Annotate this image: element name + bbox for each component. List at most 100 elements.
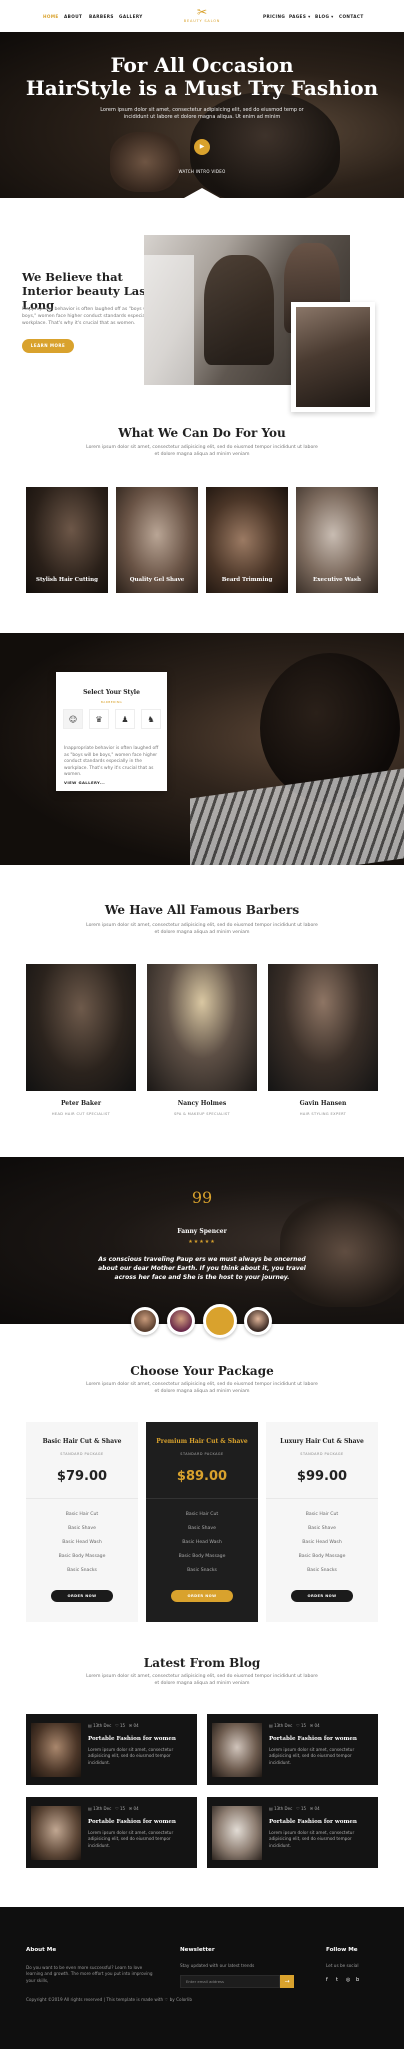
play-icon[interactable]: ▶: [194, 139, 210, 155]
nav-about[interactable]: ABOUT: [64, 14, 82, 19]
nav-gallery[interactable]: GALLERY: [119, 14, 143, 19]
watch-video-label[interactable]: WATCH INTRO VIDEO: [160, 169, 244, 174]
behance-icon[interactable]: b: [356, 1977, 359, 1983]
blog-post-card[interactable]: ▤ 13th Dec ♡ 15 ✉ 04 Portable Fashion fo…: [26, 1714, 197, 1785]
shave-style-icon[interactable]: ♛: [89, 709, 109, 729]
footer-about-text: Do you want to be even more successful? …: [26, 1965, 153, 1983]
hero-notch: [184, 188, 220, 198]
divider: [146, 1498, 258, 1499]
service-card[interactable]: Beard Trimming: [206, 487, 288, 593]
services-subtitle: Lorem ipsum dolor sit amet, consectetur …: [86, 445, 318, 457]
blog-post-title[interactable]: Portable Fashion for women: [269, 1819, 357, 1825]
blog-meta: ▤ 13th Dec ♡ 15 ✉ 04: [88, 1723, 139, 1728]
blog-post-card[interactable]: ▤ 13th Dec ♡ 15 ✉ 04 Portable Fashion fo…: [207, 1714, 378, 1785]
service-label: Executive Wash: [313, 577, 361, 583]
blog-post-card[interactable]: ▤ 13th Dec ♡ 15 ✉ 04 Portable Fashion fo…: [26, 1797, 197, 1868]
view-gallery-link[interactable]: VIEW GALLERY...: [64, 780, 105, 785]
plan-feature: Basic Head Wash: [302, 1540, 342, 1545]
believe-title-line1: We Believe that: [22, 270, 123, 284]
blog-post-title[interactable]: Portable Fashion for women: [88, 1736, 176, 1742]
nav-blog[interactable]: BLOG ▾: [315, 14, 334, 19]
blog-post-card[interactable]: ▤ 13th Dec ♡ 15 ✉ 04 Portable Fashion fo…: [207, 1797, 378, 1868]
plan-tag: STANDARD PACKAGE: [60, 1452, 104, 1456]
hero-text: Lorem ipsum dolor sit amet, consectetur …: [100, 107, 304, 120]
newsletter-email-input[interactable]: Enter email address: [180, 1975, 280, 1988]
blog-meta: ▤ 13th Dec ♡ 15 ✉ 04: [88, 1806, 139, 1811]
haircut-style-icon[interactable]: ♟: [115, 709, 135, 729]
blog-meta: ▤ 13th Dec ♡ 15 ✉ 04: [269, 1806, 320, 1811]
barber-name: Nancy Holmes: [177, 1100, 227, 1107]
order-now-button[interactable]: ORDER NOW: [51, 1590, 113, 1602]
service-label: Beard Trimming: [221, 577, 273, 583]
select-style-card: Select Your Style BARBERING ☺ ♛ ♟ ♞ Inap…: [56, 672, 167, 791]
beard-style-icon[interactable]: ☺: [63, 709, 83, 729]
facebook-icon[interactable]: f: [326, 1977, 328, 1983]
barber-role: HEAD HAIR CUT SPECIALIST: [51, 1112, 111, 1116]
nav-home[interactable]: HOME: [43, 14, 59, 19]
blog-likes: 15: [300, 1723, 307, 1728]
blog-comments: 04: [314, 1723, 320, 1728]
barber-figure: [204, 255, 274, 365]
plan-feature: Basic Head Wash: [182, 1540, 222, 1545]
hero-section: For All Occasion HairStyle is a Must Try…: [0, 32, 404, 198]
plan-feature: Basic Body Massage: [298, 1554, 346, 1559]
hero-title-line2: HairStyle is a Must Try Fashion: [25, 76, 379, 100]
blog-thumbnail: [212, 1806, 262, 1860]
hero-photo-hand: [110, 132, 180, 192]
barber-photo[interactable]: [26, 964, 136, 1091]
plan-price: $89.00: [176, 1469, 228, 1484]
services-title: What We Can Do For You: [118, 426, 286, 440]
plan-feature: Basic Shave: [68, 1526, 96, 1531]
avatar-active[interactable]: [203, 1304, 237, 1338]
dribbble-icon[interactable]: ◎: [346, 1977, 350, 1983]
nav-contact[interactable]: CONTACT: [339, 14, 364, 19]
plan-feature: Basic Shave: [308, 1526, 336, 1531]
nav-pages[interactable]: PAGES ▾: [289, 14, 311, 19]
blog-post-title[interactable]: Portable Fashion for women: [88, 1819, 176, 1825]
service-card[interactable]: Quality Gel Shave: [116, 487, 198, 593]
blog-date: 13th Dec: [93, 1723, 112, 1728]
service-label: Stylish Hair Cutting: [36, 577, 98, 583]
plan-name: Premium Hair Cut & Shave: [156, 1438, 248, 1445]
service-card[interactable]: Stylish Hair Cutting: [26, 487, 108, 593]
plan-feature: Basic Snacks: [67, 1568, 97, 1573]
pricing-card: Basic Hair Cut & Shave STANDARD PACKAGE …: [26, 1422, 138, 1622]
twitter-icon[interactable]: t: [336, 1977, 338, 1983]
nav-pricing[interactable]: PRICING: [263, 14, 285, 19]
blog-thumbnail: [31, 1723, 81, 1777]
style-card-text: Inappropriate behavior is often laughed …: [64, 746, 159, 778]
barber-photo[interactable]: [147, 964, 257, 1091]
blog-date: 13th Dec: [93, 1806, 112, 1811]
order-now-button[interactable]: ORDER NOW: [291, 1590, 353, 1602]
newsletter-title: Newsletter: [180, 1947, 215, 1953]
blog-likes: 15: [300, 1806, 307, 1811]
blog-post-excerpt: Lorem ipsum dolor sit amet, consectetur …: [269, 1747, 355, 1765]
service-card[interactable]: Executive Wash: [296, 487, 378, 593]
quote-icon: 99: [191, 1188, 213, 1207]
avatar[interactable]: [131, 1307, 159, 1335]
logo[interactable]: ✂ BEAUTY SALON: [182, 6, 222, 26]
plan-feature: Basic Hair Cut: [185, 1512, 219, 1517]
subscribe-arrow-icon[interactable]: →: [280, 1975, 294, 1988]
newsletter-text: Stay updated with our latest trends: [180, 1963, 255, 1968]
barber-role: HAIR STYLING EXPERT: [299, 1112, 347, 1116]
nav-barbers[interactable]: BARBERS: [89, 14, 114, 19]
plan-tag: STANDARD PACKAGE: [300, 1452, 344, 1456]
blog-date: 13th Dec: [274, 1806, 293, 1811]
calendar-icon: ▤: [269, 1806, 273, 1811]
pricing-card: Premium Hair Cut & Shave STANDARD PACKAG…: [146, 1422, 258, 1622]
barber-photo[interactable]: [268, 964, 378, 1091]
avatar[interactable]: [167, 1307, 195, 1335]
order-now-button[interactable]: ORDER NOW: [171, 1590, 233, 1602]
plan-feature: Basic Head Wash: [62, 1540, 102, 1545]
blog-comments: 04: [314, 1806, 320, 1811]
spray-style-icon[interactable]: ♞: [141, 709, 161, 729]
plan-name: Luxury Hair Cut & Shave: [280, 1438, 364, 1445]
blog-likes: 15: [119, 1806, 126, 1811]
plan-feature: Basic Body Massage: [58, 1554, 106, 1559]
heart-icon: ♡: [296, 1723, 300, 1728]
avatar[interactable]: [244, 1307, 272, 1335]
comment-icon: ✉: [309, 1723, 314, 1728]
learn-more-button[interactable]: LEARN MORE: [22, 339, 74, 353]
blog-post-title[interactable]: Portable Fashion for women: [269, 1736, 357, 1742]
